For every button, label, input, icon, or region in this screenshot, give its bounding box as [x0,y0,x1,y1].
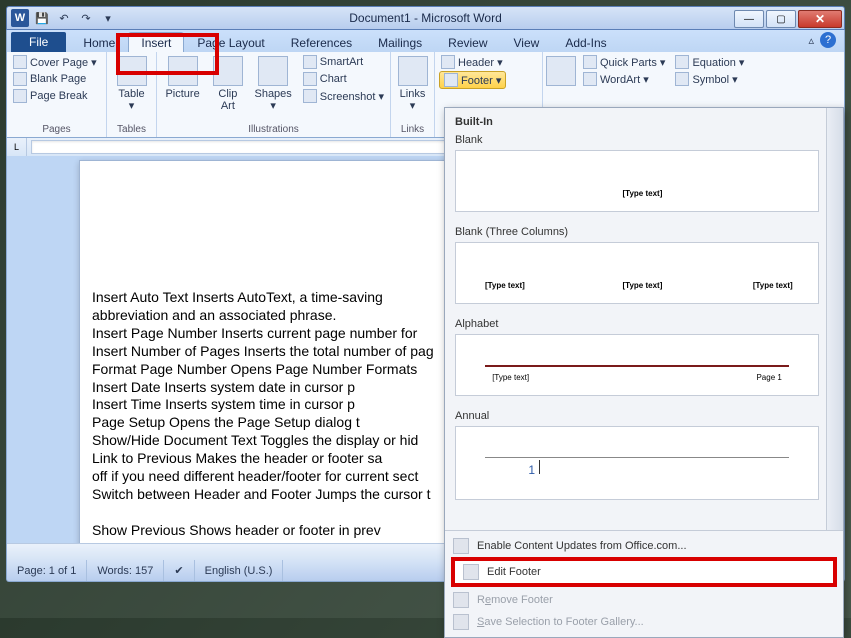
footer-icon [444,73,458,87]
quickparts-button[interactable]: Quick Parts ▾ [581,54,667,70]
edit-footer-icon [463,564,479,580]
gallery-item-alphabet[interactable]: [Type text] Page 1 [455,334,819,396]
maximize-button[interactable]: ▢ [766,10,796,28]
equation-button[interactable]: Equation ▾ [673,54,746,70]
save-selection-footer-gallery: Save Selection to Footer Gallery... [445,611,843,633]
symbol-icon [675,72,689,86]
smartart-icon [303,55,317,69]
blank-page-button[interactable]: Blank Page [11,71,99,87]
clipart-button[interactable]: Clip Art [210,54,245,123]
tab-pagelayout[interactable]: Page Layout [184,32,277,52]
equation-icon [675,55,689,69]
group-label-illustrations: Illustrations [161,123,386,137]
tab-review[interactable]: Review [435,32,500,52]
tab-insert[interactable]: Insert [128,32,184,52]
wordart-button[interactable]: WordArt ▾ [581,71,667,87]
symbol-button[interactable]: Symbol ▾ [673,71,746,87]
smartart-button[interactable]: SmartArt [301,54,386,70]
cover-page-icon [13,55,27,69]
tab-addins[interactable]: Add-Ins [552,32,619,52]
shapes-icon [258,56,288,86]
footer-dropdown: Built-In Blank [Type text] Blank (Three … [444,107,844,638]
gallery-item-annual-label: Annual [453,406,837,424]
gallery-item-alphabet-label: Alphabet [453,314,837,332]
status-language[interactable]: English (U.S.) [195,560,284,581]
ruler-corner: L [7,138,27,156]
undo-icon[interactable]: ↶ [55,9,73,27]
close-button[interactable]: ✕ [798,10,842,28]
minimize-ribbon-icon[interactable]: ▵ [808,34,814,47]
save-icon[interactable]: 💾 [33,9,51,27]
header-button[interactable]: Header ▾ [439,54,506,70]
page-break-button[interactable]: Page Break [11,88,99,104]
clipart-icon [213,56,243,86]
tab-references[interactable]: References [278,32,365,52]
wordart-icon [583,72,597,86]
document-text: Insert Auto Text Inserts AutoText, a tim… [92,289,434,558]
edit-footer[interactable]: Edit Footer [455,561,833,583]
header-icon [441,55,455,69]
page-break-icon [13,89,27,103]
save-gallery-icon [453,614,469,630]
links-icon [398,56,428,86]
remove-footer[interactable]: Remove Footer [445,589,843,611]
textbox-icon [546,56,576,86]
shapes-button[interactable]: Shapes▾ [252,54,295,123]
group-label-links: Links [395,123,430,137]
minimize-button[interactable]: — [734,10,764,28]
group-label-pages: Pages [11,123,102,137]
qat-dropdown-icon[interactable]: ▾ [99,9,117,27]
gallery-scrollbar[interactable] [826,108,843,530]
gallery-item-blank3[interactable]: [Type text] [Type text] [Type text] [455,242,819,304]
ribbon-tabs: File Home Insert Page Layout References … [6,30,845,52]
gallery-item-blank[interactable]: [Type text] [455,150,819,212]
links-button[interactable]: Links▾ [395,54,430,123]
titlebar: W 💾 ↶ ↷ ▾ Document1 - Microsoft Word — ▢… [6,6,845,30]
tab-mailings[interactable]: Mailings [365,32,435,52]
tab-view[interactable]: View [501,32,553,52]
word-logo-icon[interactable]: W [11,9,29,27]
tab-file[interactable]: File [11,32,66,52]
gallery-item-blank3-label: Blank (Three Columns) [453,222,837,240]
redo-icon[interactable]: ↷ [77,9,95,27]
screenshot-button[interactable]: Screenshot ▾ [301,88,386,104]
status-proofing-icon[interactable]: ✔ [164,560,194,581]
screenshot-icon [303,89,317,103]
table-icon [117,56,147,86]
blank-page-icon [13,72,27,86]
gallery-item-blank-label: Blank [453,130,837,148]
window-title: Document1 - Microsoft Word [349,11,502,25]
picture-button[interactable]: Picture [161,54,204,123]
enable-office-updates[interactable]: Enable Content Updates from Office.com..… [445,535,843,557]
quick-access-toolbar: W 💾 ↶ ↷ ▾ [7,9,117,27]
status-words[interactable]: Words: 157 [87,560,164,581]
tab-home[interactable]: Home [70,32,128,52]
table-button[interactable]: Table▾ [111,54,152,123]
cover-page-button[interactable]: Cover Page ▾ [11,54,99,70]
group-label-tables: Tables [111,123,152,137]
gallery-item-annual[interactable]: 1 [455,426,819,500]
chart-button[interactable]: Chart [301,71,386,87]
chart-icon [303,72,317,86]
picture-icon [168,56,198,86]
gallery-category-builtin: Built-In [453,112,837,130]
status-page[interactable]: Page: 1 of 1 [7,560,87,581]
help-icon[interactable]: ? [820,32,836,48]
annotation-highlight-editfooter: Edit Footer [451,557,837,587]
footer-button[interactable]: Footer ▾ [439,71,506,89]
office-icon [453,538,469,554]
remove-footer-icon [453,592,469,608]
quickparts-icon [583,55,597,69]
